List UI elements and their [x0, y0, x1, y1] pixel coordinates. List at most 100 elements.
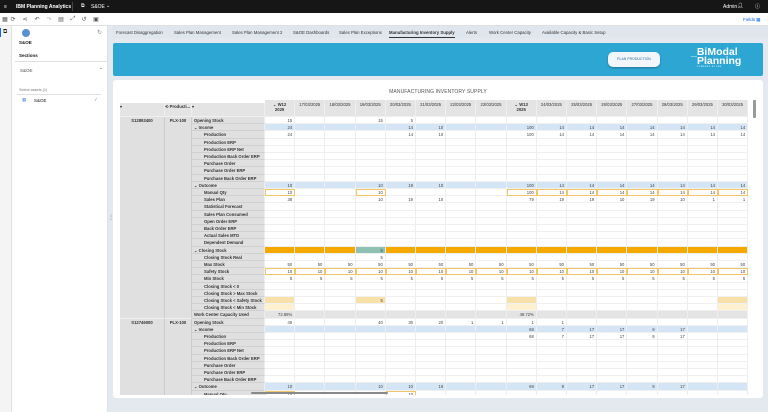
data-cell[interactable] — [476, 390, 507, 395]
data-cell[interactable] — [446, 189, 477, 197]
undo-icon[interactable]: ↶ — [33, 16, 41, 23]
data-cell[interactable]: 10 — [416, 268, 447, 276]
grid-icon[interactable]: ▦ — [1, 16, 9, 23]
data-cell[interactable]: 14 — [687, 189, 718, 197]
sandbox-icon[interactable]: ▣ — [92, 16, 100, 23]
menu-icon[interactable]: ≡ — [4, 4, 7, 10]
data-cell[interactable]: 10 — [506, 268, 537, 276]
column-header[interactable]: 25/03/2025 — [567, 100, 598, 117]
measure-label[interactable]: ⌄ Closing Stock — [192, 246, 265, 254]
tab-alerts[interactable]: Alerts — [466, 30, 477, 35]
plan-production-button[interactable]: PLAN PRODUCTION — [608, 52, 660, 67]
asset-item[interactable]: ▦ S&OE ✓ — [17, 96, 101, 105]
data-cell[interactable]: 10 — [355, 189, 386, 197]
column-header[interactable]: 17/03/2025 — [295, 100, 326, 117]
tab-s-oe-dashboards[interactable]: S&OE Dashboards — [293, 30, 329, 35]
data-cell[interactable]: 10 — [597, 268, 628, 276]
data-cell[interactable]: 10 — [325, 268, 356, 276]
data-cell[interactable] — [688, 390, 718, 395]
column-header[interactable]: 20/03/2025 — [385, 100, 416, 117]
tab-available-capacity-basic-setup[interactable]: Available Capacity & Basic Setup — [542, 30, 605, 35]
data-cell[interactable] — [537, 390, 567, 395]
column-header[interactable]: ⌄ W13 2025 — [506, 100, 537, 117]
data-cell[interactable] — [416, 189, 447, 197]
data-cell[interactable] — [658, 390, 688, 395]
chevron-down-icon[interactable]: ⌄ — [106, 3, 110, 9]
measure-label[interactable]: ⌄ Income — [192, 325, 265, 333]
data-cell[interactable] — [446, 390, 477, 395]
data-cell[interactable]: 10 — [657, 268, 688, 276]
data-cell[interactable]: 14 — [718, 189, 749, 197]
data-cell[interactable]: 14 — [567, 189, 598, 197]
data-cell[interactable]: 14 — [657, 189, 688, 197]
reset-icon[interactable]: ↺ — [80, 16, 88, 23]
dimension-filter-measure[interactable]: ▾ — [192, 103, 265, 117]
data-cell[interactable]: 10 — [718, 268, 749, 276]
data-cell[interactable]: 10 — [446, 268, 477, 276]
column-header[interactable]: 19/03/2025 — [355, 100, 386, 117]
data-cell[interactable] — [567, 390, 598, 395]
section-accordion[interactable]: S&OE ⌃ — [15, 64, 108, 76]
help-icon[interactable]: ⓘ — [755, 3, 760, 10]
data-cell[interactable]: 100 — [506, 189, 537, 197]
data-cell[interactable]: 10 — [265, 189, 296, 197]
column-header[interactable]: 27/03/2025 — [627, 100, 658, 117]
data-cell[interactable]: 14 — [597, 189, 628, 197]
dimension-filter-product-id[interactable]: ▾ — [120, 103, 165, 117]
column-header[interactable]: 23/03/2025 — [476, 100, 507, 117]
data-cell[interactable]: 10 — [627, 268, 658, 276]
data-cell[interactable] — [385, 189, 416, 197]
column-header[interactable]: ⌄ W12 2025 — [265, 100, 296, 117]
column-header[interactable]: 28/03/2025 — [657, 100, 688, 117]
data-cell[interactable]: 10 — [687, 268, 718, 276]
horizontal-scrollbar[interactable] — [251, 392, 388, 394]
tab-sales-plan-exceptions[interactable]: Sales Plan Exceptions — [339, 30, 382, 35]
column-header[interactable]: 24/03/2025 — [536, 100, 567, 117]
tab-sales-plan-management[interactable]: Sales Plan Management — [174, 30, 221, 35]
sections-icon[interactable]: ⧉ — [3, 29, 7, 36]
redo-icon[interactable]: ↷ — [45, 16, 53, 23]
save-icon[interactable]: ▤ — [57, 16, 65, 23]
tab-manufacturing-inventory-supply[interactable]: Manufacturing Inventory Supply — [389, 30, 455, 38]
tab-sales-plan-management-2[interactable]: Sales Plan Management 2 — [232, 30, 282, 35]
column-header[interactable]: 29/03/2025 — [687, 100, 718, 117]
vertical-scrollbar[interactable] — [753, 100, 756, 118]
data-cell[interactable] — [476, 189, 507, 197]
column-header[interactable]: 21/03/2025 — [416, 100, 447, 117]
data-cell[interactable]: 10 — [265, 268, 296, 276]
data-cell[interactable] — [718, 390, 749, 395]
data-cell[interactable]: 14 — [627, 189, 658, 197]
column-header[interactable]: 30/03/2025 — [718, 100, 749, 117]
column-header[interactable]: 26/03/2025 — [597, 100, 628, 117]
data-cell[interactable] — [627, 390, 658, 395]
measure-label[interactable]: ⌄ Income — [192, 124, 265, 132]
data-cell[interactable]: 10 — [385, 268, 416, 276]
sidebar-resize-handle[interactable]: ⋮ — [108, 214, 114, 224]
data-cell[interactable]: 10 — [355, 268, 386, 276]
refresh-icon[interactable]: ↻ — [97, 29, 102, 36]
data-cell[interactable]: 10 — [476, 268, 507, 276]
data-cell[interactable] — [416, 390, 447, 395]
fields-link[interactable]: Fields ▦ — [743, 17, 761, 23]
data-cell[interactable]: 10 — [567, 268, 598, 276]
data-cell[interactable] — [295, 189, 326, 197]
user-icon[interactable]: 👤︎ — [737, 3, 743, 9]
data-cell[interactable]: 14 — [536, 189, 567, 197]
tab-work-center-capacity[interactable]: Work Center Capacity — [489, 30, 531, 35]
refresh-icon[interactable]: ⟳ — [9, 16, 17, 23]
expand-icon[interactable]: ⤢ — [69, 16, 77, 23]
data-cell[interactable] — [325, 189, 356, 197]
measure-label[interactable]: ⌄ Outcome — [192, 181, 265, 189]
measure-label[interactable]: ⌄ Outcome — [192, 383, 265, 391]
share-icon[interactable]: ⋖ — [21, 16, 29, 23]
data-cell[interactable] — [507, 390, 537, 395]
column-header[interactable]: 18/03/2025 — [325, 100, 356, 117]
workspace-selector[interactable]: S&OE — [91, 4, 105, 10]
data-cell[interactable]: 10 — [295, 268, 326, 276]
tab-forecast-disaggregation[interactable]: Forecast Disaggregation — [116, 30, 163, 35]
dimension-header-product[interactable]: ⟲ Producti... ▾ — [165, 103, 192, 117]
data-cell[interactable]: 10 — [385, 390, 416, 395]
data-cell[interactable] — [597, 390, 628, 395]
column-header[interactable]: 22/03/2025 — [446, 100, 477, 117]
data-cell[interactable]: 10 — [536, 268, 567, 276]
